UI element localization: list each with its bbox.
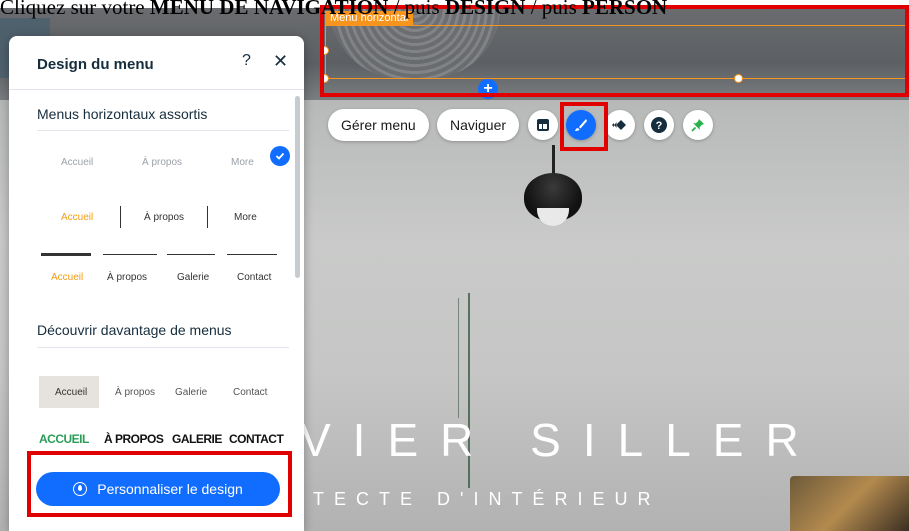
pendant-cord-2 xyxy=(458,298,459,418)
pin-button[interactable] xyxy=(683,110,713,140)
pin-icon xyxy=(691,119,704,132)
menu-preset-4[interactable]: Accueil À propos Galerie Contact xyxy=(37,376,289,408)
section-divider xyxy=(37,347,289,348)
site-title[interactable]: VIER SILLER xyxy=(300,413,821,467)
section-title-matching-menus: Menus horizontaux assortis xyxy=(37,106,208,122)
section-divider xyxy=(37,130,289,131)
preset-item: À PROPOS xyxy=(104,432,164,446)
panel-title: Design du menu xyxy=(37,56,154,73)
preset-item: ACCUEIL xyxy=(39,432,89,446)
section-title-discover-menus: Découvrir davantage de menus xyxy=(37,322,232,338)
preset-item: More xyxy=(234,212,257,223)
preset-item: Galerie xyxy=(175,387,208,398)
help-icon: ? xyxy=(651,117,667,133)
picture-frame-image xyxy=(790,476,909,531)
menu-preset-5[interactable]: ACCUEIL À PROPOS GALERIE CONTACT xyxy=(37,428,289,450)
panel-header: Design du menu ? ✕ xyxy=(9,36,304,90)
navigate-button[interactable]: Naviguer xyxy=(437,109,520,141)
preset-item: GALERIE xyxy=(172,432,222,446)
layout-icon xyxy=(537,119,549,131)
highlight-customize-button xyxy=(27,451,292,517)
panel-close-button[interactable]: ✕ xyxy=(273,51,288,72)
preset-item: Contact xyxy=(237,272,272,283)
menu-preset-3[interactable]: Accueil À propos Galerie Contact xyxy=(37,250,289,286)
layout-button[interactable] xyxy=(528,110,558,140)
animation-icon xyxy=(612,120,626,130)
animation-button[interactable] xyxy=(605,110,635,140)
preset-item: À propos xyxy=(115,387,156,398)
instruction-text: Cliquez sur votre MENU DE NAVIGATION / p… xyxy=(0,0,668,19)
preset-item: More xyxy=(231,157,254,168)
preset-item: Galerie xyxy=(177,272,210,283)
panel-help-button[interactable]: ? xyxy=(242,52,251,70)
preset-item: À propos xyxy=(107,272,148,283)
preset-item: Accueil xyxy=(51,272,84,283)
preset-item: Accueil xyxy=(61,157,94,168)
lamp-bulb xyxy=(537,208,569,226)
preset-item: À propos xyxy=(144,212,185,223)
preset-item: Contact xyxy=(233,387,268,398)
selected-check-icon xyxy=(270,146,290,166)
menu-preset-1[interactable]: Accueil À propos More xyxy=(37,148,289,176)
preset-underline xyxy=(227,254,277,255)
preset-underline xyxy=(103,254,157,255)
preset-item: CONTACT xyxy=(229,432,284,446)
help-button[interactable]: ? xyxy=(644,110,674,140)
manage-menu-button[interactable]: Gérer menu xyxy=(328,109,429,141)
lamp-cord xyxy=(552,145,555,175)
preset-separator xyxy=(207,206,208,228)
preset-item: À propos xyxy=(142,157,183,168)
svg-text:?: ? xyxy=(656,120,663,132)
preset-underline xyxy=(41,253,91,256)
preset-item: Accueil xyxy=(55,387,88,398)
preset-separator xyxy=(120,206,121,228)
panel-scrollbar[interactable] xyxy=(295,96,300,278)
preset-underline xyxy=(167,254,215,255)
site-subtitle[interactable]: ITECTE D'INTÉRIEUR xyxy=(298,489,660,510)
menu-preset-2[interactable]: Accueil À propos More xyxy=(37,201,289,231)
highlight-design-button xyxy=(560,102,608,151)
preset-item: Accueil xyxy=(61,212,94,223)
